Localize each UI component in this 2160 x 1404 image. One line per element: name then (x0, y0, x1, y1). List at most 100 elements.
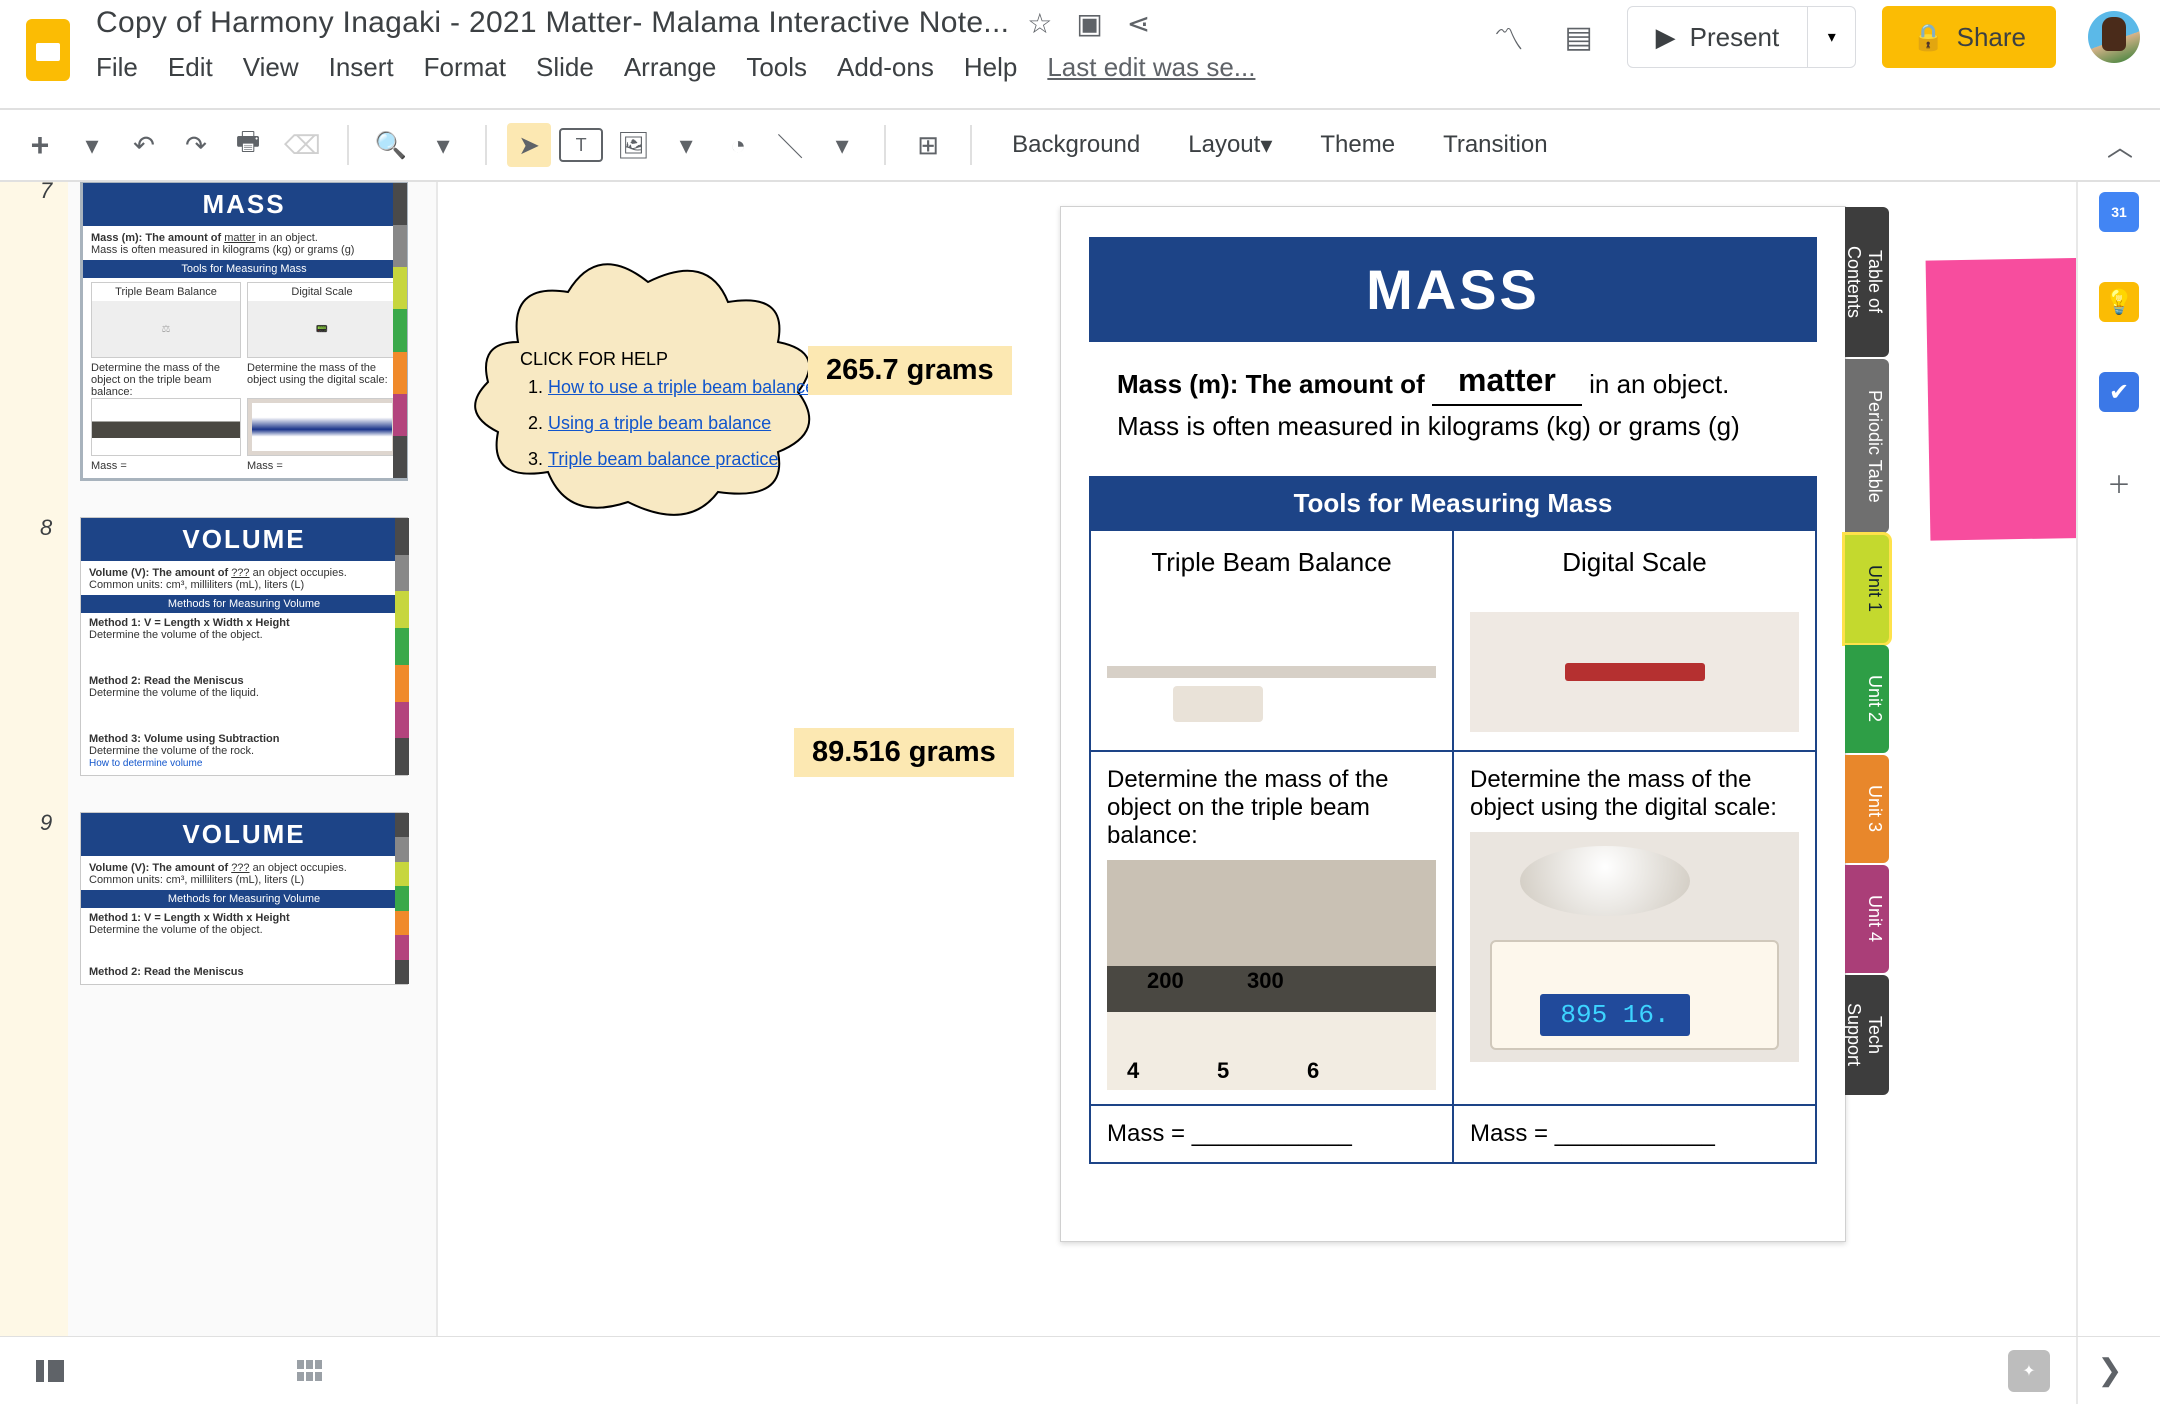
redo-button[interactable]: ↷ (174, 123, 218, 167)
calendar-icon[interactable] (2099, 192, 2139, 232)
menu-arrange[interactable]: Arrange (624, 52, 717, 83)
transition-button[interactable]: Transition (1423, 123, 1567, 167)
answer-box-2[interactable]: 89.516 grams (794, 728, 1014, 777)
menu-addons[interactable]: Add-ons (837, 52, 934, 83)
grid-view-button[interactable] (290, 1351, 330, 1391)
t: matter (224, 232, 255, 244)
help-link-1[interactable]: How to use a triple beam balance (548, 377, 815, 397)
t: Method 1: V = Length x Width x Height (89, 617, 290, 629)
theme-button[interactable]: Theme (1300, 123, 1415, 167)
menu-slide[interactable]: Slide (536, 52, 594, 83)
collapse-toolbar-button[interactable]: ︿ (2098, 123, 2142, 167)
present-dropdown[interactable]: ▾ (1807, 7, 1855, 67)
image-tool[interactable]: 🖼 (611, 123, 656, 167)
t: Method 2: Read the Meniscus (89, 966, 244, 978)
tab-unit-2[interactable]: Unit 2 (1845, 645, 1889, 753)
slide-canvas[interactable]: CLICK FOR HELP How to use a triple beam … (438, 182, 2160, 1336)
tab-periodic[interactable]: Periodic Table (1845, 359, 1889, 533)
slides-logo[interactable] (18, 10, 78, 90)
new-slide-button[interactable]: + (18, 123, 62, 167)
background-button[interactable]: Background (992, 123, 1160, 167)
select-tool[interactable]: ➤ (507, 123, 551, 167)
answer-box-1[interactable]: 265.7 grams (808, 346, 1012, 395)
col-a-head: Triple Beam Balance (1091, 531, 1454, 594)
task-b: Determine the mass of the object using t… (1470, 766, 1777, 821)
menu-help[interactable]: Help (964, 52, 1017, 83)
add-addon-icon[interactable]: ＋ (2099, 462, 2139, 502)
cloud-status-icon[interactable]: ⋖ (1127, 7, 1150, 40)
zoom-button[interactable]: 🔍 (369, 123, 413, 167)
image-dropdown[interactable]: ▾ (664, 123, 708, 167)
t: ??? (231, 567, 249, 579)
menu-view[interactable]: View (243, 52, 299, 83)
help-link-2[interactable]: Using a triple beam balance (548, 413, 771, 433)
comment-button[interactable]: ⊞ (906, 123, 950, 167)
digital-scale-image (1470, 612, 1799, 732)
tools-header: Tools for Measuring Mass (1089, 476, 1817, 531)
t: Common units: cm³, milliliters (mL), lit… (89, 579, 399, 591)
slide-number: 9 (40, 810, 52, 836)
filmstrip-view-button[interactable] (30, 1351, 70, 1391)
zoom-dropdown[interactable]: ▾ (421, 123, 465, 167)
t: Mass = (247, 460, 397, 472)
help-cloud[interactable]: CLICK FOR HELP How to use a triple beam … (458, 252, 818, 532)
title-bar: Copy of Harmony Inagaki - 2021 Matter- M… (0, 0, 2160, 108)
print-button[interactable]: 🖶 (226, 123, 270, 167)
filmstrip[interactable]: 7 MASS Mass (m): The amount of matter in… (0, 182, 438, 1336)
explore-button[interactable]: ✦ (2008, 1350, 2050, 1392)
hide-side-panel-button[interactable]: ❯ (2090, 1351, 2130, 1391)
present-button[interactable]: ▶ Present (1628, 7, 1808, 67)
share-button[interactable]: 🔒 Share (1882, 6, 2056, 68)
account-avatar[interactable] (2088, 11, 2140, 63)
col-b-head: Digital Scale (1454, 531, 1815, 594)
t: an object occupies. (253, 567, 347, 579)
menu-format[interactable]: Format (424, 52, 506, 83)
shape-tool[interactable]: ◔ (716, 123, 760, 167)
help-link-3[interactable]: Triple beam balance practice (548, 449, 778, 469)
tasks-icon[interactable]: ✔ (2099, 372, 2139, 412)
t: Common units: cm³, milliliters (mL), lit… (89, 874, 399, 886)
t: in an object. (1582, 369, 1729, 399)
t: Triple Beam Balance (92, 283, 240, 301)
mass-b: Mass = ____________ (1454, 1104, 1815, 1162)
separator (970, 125, 972, 165)
tab-unit-3[interactable]: Unit 3 (1845, 755, 1889, 863)
activity-icon[interactable]: 〽 (1487, 15, 1531, 59)
tab-unit-4[interactable]: Unit 4 (1845, 865, 1889, 973)
last-edit-link[interactable]: Last edit was se... (1047, 52, 1255, 83)
line-tool[interactable]: ＼ (768, 123, 812, 167)
triple-beam-image (1107, 612, 1436, 732)
undo-button[interactable]: ↶ (122, 123, 166, 167)
star-icon[interactable]: ☆ (1027, 7, 1052, 40)
doc-header: Copy of Harmony Inagaki - 2021 Matter- M… (96, 6, 1255, 83)
menu-file[interactable]: File (96, 52, 138, 83)
move-icon[interactable]: ▣ (1076, 7, 1102, 40)
slide-preview[interactable]: MASS Mass (m): The amount of matter in a… (1060, 206, 1846, 1242)
menu-edit[interactable]: Edit (168, 52, 213, 83)
line-dropdown[interactable]: ▾ (820, 123, 864, 167)
layout-button[interactable]: Layout ▾ (1168, 123, 1292, 167)
slide-thumb-7[interactable]: 7 MASS Mass (m): The amount of matter in… (80, 182, 420, 481)
textbox-tool[interactable]: T (559, 128, 603, 162)
header-right: 〽 ▤ ▶ Present ▾ 🔒 Share (1487, 6, 2140, 68)
r: 5 (1217, 1058, 1229, 1084)
t: Determine the volume of the liquid. (89, 687, 399, 699)
menu-tools[interactable]: Tools (746, 52, 807, 83)
paint-format-button[interactable]: ⌫ (278, 123, 327, 167)
bottom-bar: ✦ ❯ (0, 1336, 2160, 1404)
t: Volume (V): The amount of (89, 862, 228, 874)
comments-icon[interactable]: ▤ (1557, 15, 1601, 59)
menu-insert[interactable]: Insert (329, 52, 394, 83)
keep-icon[interactable]: 💡 (2099, 282, 2139, 322)
doc-title[interactable]: Copy of Harmony Inagaki - 2021 Matter- M… (96, 6, 1009, 40)
tab-tech-support[interactable]: Tech Support (1845, 975, 1889, 1095)
slide-thumb-9[interactable]: 9 VOLUME Volume (V): The amount of ??? a… (80, 812, 420, 985)
r: 4 (1127, 1058, 1139, 1084)
def-fill: matter (1458, 360, 1556, 400)
tab-toc[interactable]: Table of Contents (1845, 207, 1889, 357)
new-slide-dropdown[interactable]: ▾ (70, 123, 114, 167)
thumb-title: VOLUME (81, 813, 407, 856)
t: Determine the mass of the object using t… (247, 362, 388, 386)
slide-thumb-8[interactable]: 8 VOLUME Volume (V): The amount of ??? a… (80, 517, 420, 776)
tab-unit-1[interactable]: Unit 1 (1845, 535, 1889, 643)
